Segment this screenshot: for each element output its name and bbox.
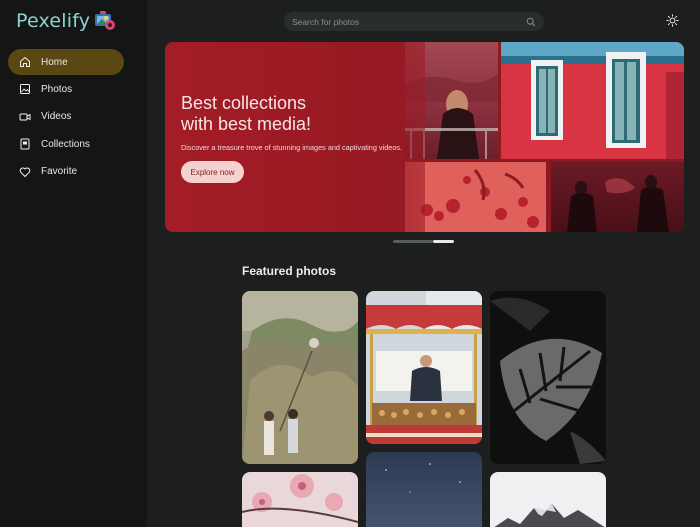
theme-toggle-button[interactable] [664, 12, 681, 29]
hero-title-line2: with best media! [181, 114, 312, 134]
hero-image-red-building [501, 42, 684, 159]
photo-card-night-sky[interactable] [366, 452, 482, 527]
logo-icon [95, 11, 116, 30]
photo-card-cherry-blossom[interactable] [242, 472, 358, 527]
sidebar-item-collections[interactable]: Collections [8, 131, 124, 157]
search-bar[interactable] [284, 12, 544, 31]
home-icon [18, 55, 32, 69]
sidebar-nav: Home Photos Videos Collections Favorite [8, 49, 124, 186]
sun-icon [666, 14, 679, 27]
brand[interactable]: Pexelify [16, 10, 116, 32]
featured-photos-title: Featured photos [242, 264, 337, 278]
image-icon [18, 82, 32, 96]
sidebar-item-home[interactable]: Home [8, 49, 124, 75]
video-icon [18, 110, 32, 124]
hero-subtitle: Discover a treasure trove of stunning im… [181, 143, 403, 152]
search-input[interactable] [292, 16, 526, 27]
photo-card-monstera-leaf[interactable] [490, 291, 606, 464]
explore-now-button[interactable]: Explore now [181, 161, 244, 183]
hero-image-red-flowers [405, 162, 546, 232]
sidebar: Pexelify Home Photos Videos Collections … [0, 0, 147, 527]
carousel-dot-1[interactable] [393, 240, 433, 243]
sidebar-item-label: Home [41, 56, 68, 68]
hero-title-line1: Best collections [181, 93, 307, 113]
photo-card-haystack[interactable] [242, 291, 358, 464]
hero-title: Best collections with best media! [181, 93, 381, 135]
sidebar-item-favorite[interactable]: Favorite [8, 159, 124, 185]
app-name: Pexelify [16, 10, 91, 32]
sidebar-item-label: Collections [41, 138, 90, 150]
sidebar-item-photos[interactable]: Photos [8, 76, 124, 102]
heart-icon [18, 165, 32, 179]
hero-banner: Best collections with best media! Discov… [165, 42, 684, 232]
collections-icon [18, 137, 32, 151]
photo-card-mountains[interactable] [490, 472, 606, 527]
sidebar-item-label: Videos [41, 111, 72, 123]
sidebar-item-videos[interactable]: Videos [8, 104, 124, 130]
hero-overlay: Best collections with best media! Discov… [165, 42, 425, 232]
photo-card-market-stall[interactable] [366, 291, 482, 444]
search-icon[interactable] [526, 17, 536, 27]
hero-image-people-smoke [551, 162, 684, 232]
carousel-pager [393, 240, 454, 243]
sidebar-item-label: Favorite [41, 166, 78, 178]
carousel-dot-2[interactable] [433, 240, 454, 243]
sidebar-item-label: Photos [41, 83, 73, 95]
